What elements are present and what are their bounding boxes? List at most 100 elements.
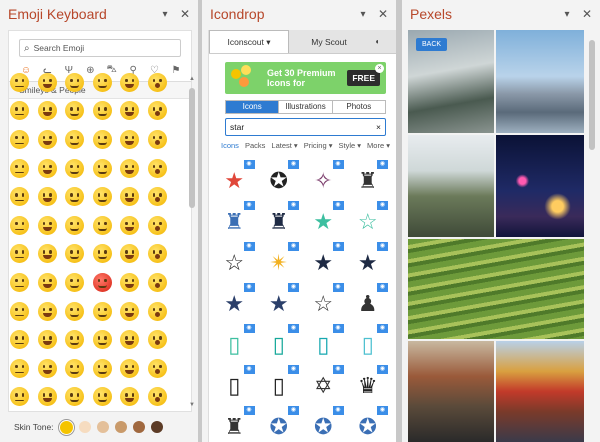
emoji-item[interactable] [144, 240, 172, 269]
emoji-item[interactable] [89, 97, 117, 126]
flag-icon[interactable]: ⚑ [169, 63, 183, 77]
tab-iconscout[interactable]: Iconscout ▾ [209, 30, 289, 53]
icon-result[interactable]: ★ ◉ [257, 283, 302, 324]
icon-result[interactable]: ★ ◉ [301, 242, 346, 283]
emoji-item[interactable] [34, 125, 62, 154]
icon-result[interactable]: ★ ◉ [346, 242, 391, 283]
segment-illustrations[interactable]: Illustrations [279, 101, 333, 113]
emoji-search-input[interactable]: ⌕ Search Emoji [19, 39, 181, 57]
emoji-item[interactable] [116, 97, 144, 126]
skin-tone-swatch[interactable] [78, 421, 91, 433]
preview-eye-icon[interactable]: ◉ [377, 201, 388, 210]
icon-result[interactable]: ▯ ◉ [212, 365, 257, 406]
segment-icons[interactable]: Icons [226, 101, 280, 113]
emoji-item[interactable] [144, 182, 172, 211]
photo-thumbnail[interactable] [496, 341, 584, 442]
filter-pricing[interactable]: Pricing ▾ [304, 141, 333, 150]
emoji-item[interactable] [61, 297, 89, 326]
pane-menu-icon[interactable]: ▾ [158, 9, 172, 20]
emoji-item[interactable] [144, 125, 172, 154]
icon-result[interactable]: ✡ ◉ [301, 365, 346, 406]
photo-thumbnail[interactable] [496, 30, 584, 133]
emoji-item[interactable] [61, 354, 89, 383]
preview-eye-icon[interactable]: ◉ [377, 365, 388, 374]
emoji-item[interactable] [61, 211, 89, 240]
emoji-item[interactable] [6, 125, 34, 154]
icon-search-input[interactable]: star × [225, 118, 386, 136]
emoji-item[interactable] [61, 325, 89, 354]
scroll-down-icon[interactable]: ▼ [188, 402, 196, 408]
icon-result[interactable]: ♜ ◉ [257, 201, 302, 242]
icon-result[interactable]: ▯ ◉ [257, 324, 302, 365]
emoji-item[interactable] [6, 211, 34, 240]
preview-eye-icon[interactable]: ◉ [332, 201, 344, 210]
scroll-up-icon[interactable]: ▲ [188, 76, 196, 82]
photo-thumbnail[interactable] [408, 135, 494, 237]
emoji-item[interactable] [116, 354, 144, 383]
emoji-item[interactable] [6, 354, 34, 383]
emoji-item[interactable] [34, 97, 62, 126]
emoji-item[interactable] [34, 211, 62, 240]
icon-result[interactable]: ✪ ◉ [301, 406, 346, 442]
emoji-item[interactable] [116, 297, 144, 326]
emoji-item[interactable] [61, 68, 89, 97]
photo-thumbnail[interactable] [496, 135, 584, 237]
preview-eye-icon[interactable]: ◉ [288, 406, 299, 415]
photo-thumbnail[interactable] [408, 239, 584, 339]
close-icon[interactable]: ✕ [580, 7, 594, 21]
filter-latest[interactable]: Latest ▾ [271, 141, 297, 150]
skin-tone-swatch[interactable] [150, 421, 163, 433]
emoji-item[interactable] [144, 297, 172, 326]
emoji-item[interactable] [61, 268, 89, 297]
emoji-item[interactable] [116, 325, 144, 354]
emoji-item[interactable] [144, 97, 172, 126]
emoji-item[interactable] [6, 325, 34, 354]
emoji-item[interactable] [61, 182, 89, 211]
filter-icons[interactable]: Icons [221, 141, 239, 150]
emoji-item[interactable] [89, 383, 117, 412]
preview-eye-icon[interactable]: ◉ [377, 160, 388, 169]
tab-my-scout[interactable]: My Scout [289, 30, 369, 53]
icon-result[interactable]: ✧ ◉ [301, 160, 346, 201]
emoji-item[interactable] [89, 211, 117, 240]
emoji-item[interactable] [34, 325, 62, 354]
pane-separator[interactable] [396, 0, 400, 442]
filter-style[interactable]: Style ▾ [339, 141, 362, 150]
preview-eye-icon[interactable]: ◉ [377, 283, 388, 292]
icon-result[interactable]: ☆ ◉ [346, 201, 391, 242]
emoji-item[interactable] [89, 68, 117, 97]
preview-eye-icon[interactable]: ◉ [288, 160, 299, 169]
emoji-item[interactable] [6, 268, 34, 297]
emoji-item[interactable] [61, 154, 89, 183]
icon-result[interactable]: ▯ ◉ [346, 324, 391, 365]
preview-eye-icon[interactable]: ◉ [243, 160, 255, 169]
emoji-item[interactable] [144, 154, 172, 183]
emoji-item[interactable] [116, 211, 144, 240]
preview-eye-icon[interactable]: ◉ [377, 324, 388, 333]
icon-result[interactable]: ♛ ◉ [346, 365, 391, 406]
segment-photos[interactable]: Photos [333, 101, 385, 113]
filter-packs[interactable]: Packs [245, 141, 265, 150]
preview-eye-icon[interactable]: ◉ [243, 365, 255, 374]
emoji-item[interactable] [116, 383, 144, 412]
emoji-item[interactable] [116, 154, 144, 183]
icon-result[interactable]: ▯ ◉ [257, 365, 302, 406]
emoji-item[interactable] [144, 68, 172, 97]
preview-eye-icon[interactable]: ◉ [377, 406, 388, 415]
emoji-item[interactable] [116, 240, 144, 269]
emoji-item[interactable] [34, 383, 62, 412]
skin-tone-swatch[interactable] [59, 420, 73, 434]
icon-result[interactable]: ♜ ◉ [346, 160, 391, 201]
back-button[interactable]: BACK [416, 38, 448, 51]
icon-result[interactable]: ✴ ◉ [257, 242, 302, 283]
skin-tone-swatch[interactable] [114, 421, 127, 433]
emoji-item[interactable] [61, 240, 89, 269]
preview-eye-icon[interactable]: ◉ [332, 324, 344, 333]
emoji-item[interactable] [89, 268, 117, 297]
emoji-item[interactable] [34, 297, 62, 326]
emoji-item[interactable] [89, 154, 117, 183]
emoji-item[interactable] [34, 354, 62, 383]
pexels-scrollbar[interactable] [588, 30, 596, 442]
promo-banner[interactable]: Get 30 Premium Icons for FREE × [225, 62, 386, 94]
icon-result[interactable]: ♜ ◉ [212, 406, 257, 442]
